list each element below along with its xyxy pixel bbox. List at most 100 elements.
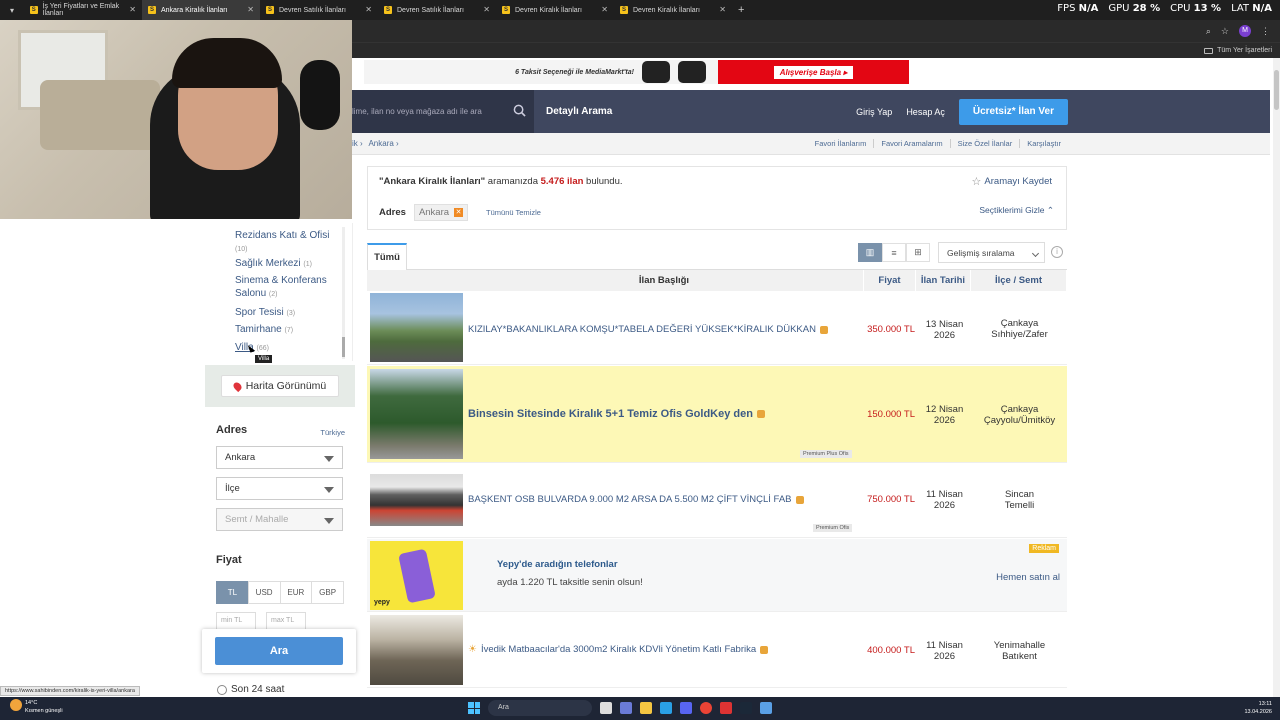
tab-all[interactable]: Tümü: [367, 243, 407, 271]
ad-cta-box[interactable]: Alışverişe Başla ▸: [718, 60, 909, 84]
currency-gbp[interactable]: GBP: [311, 581, 344, 604]
breadcrumb-item[interactable]: Ankara ›: [368, 139, 398, 148]
steam-icon[interactable]: [740, 702, 752, 714]
category-item[interactable]: Tamirhane (7): [235, 323, 335, 337]
info-icon[interactable]: i: [1051, 246, 1063, 258]
country-link[interactable]: Türkiye: [320, 428, 345, 437]
table-row[interactable]: Binsesin Sitesinde Kiralık 5+1 Temiz Ofi…: [367, 366, 1067, 463]
map-view-button[interactable]: Harita Görünümü: [220, 375, 340, 397]
category-item[interactable]: Spor Tesisi (3): [235, 306, 335, 320]
weather-widget[interactable]: 14°C Kısmen güneşli: [10, 699, 63, 715]
page-scrollbar[interactable]: [1273, 58, 1280, 697]
save-search-button[interactable]: ☆ Aramayı Kaydet: [972, 175, 1052, 188]
new-tab-icon[interactable]: +: [738, 4, 744, 16]
photos-icon[interactable]: [760, 702, 772, 714]
ad-banner[interactable]: 6 Taksit Seçeneği ile MediaMarkt'ta! Alı…: [352, 58, 1270, 90]
breadcrumb-item[interactable]: ik ›: [352, 139, 363, 148]
ad-cta-button[interactable]: Alışverişe Başla ▸: [773, 65, 854, 79]
discord-icon[interactable]: [680, 702, 692, 714]
browser-tab[interactable]: S Devren Kiralık İlanları ✕: [614, 0, 732, 20]
search-button[interactable]: Ara: [215, 637, 343, 665]
listing-title[interactable]: ☀ İvedik Matbaacılar'da 3000m2 Kiralık KD…: [468, 644, 769, 655]
browser-tab[interactable]: S İş Yeri Fiyatları ve Emlak İlanları ✕: [24, 0, 142, 20]
min-price-input[interactable]: min TL: [216, 612, 256, 630]
bookmark-star-icon[interactable]: ☆: [1221, 26, 1229, 37]
ad-title[interactable]: Yepy'de aradığın telefonlar: [497, 559, 618, 570]
sponsored-row[interactable]: yepy Yepy'de aradığın telefonlar ayda 1.…: [367, 539, 1067, 612]
detailed-search-link[interactable]: Detaylı Arama: [546, 106, 612, 117]
favorite-listings-link[interactable]: Favori İlanlarım: [808, 139, 874, 148]
listing-thumbnail[interactable]: [370, 293, 463, 362]
ad-thumbnail[interactable]: yepy: [370, 541, 463, 610]
profile-avatar[interactable]: M: [1239, 25, 1251, 37]
scrollbar-thumb[interactable]: [1274, 70, 1279, 110]
neighborhood-select[interactable]: Semt / Mahalle: [216, 508, 343, 531]
currency-tl[interactable]: TL: [216, 581, 249, 604]
ad-cta-link[interactable]: Hemen satın al: [996, 572, 1060, 583]
taskbar-search[interactable]: Ara: [488, 700, 592, 716]
currency-usd[interactable]: USD: [247, 581, 281, 604]
listing-title[interactable]: KIZILAY*BAKANLIKLARA KOMŞU*TABELA DEĞERİ…: [468, 324, 828, 335]
filter-chip[interactable]: Ankara ✕: [413, 204, 469, 221]
hide-selected-link[interactable]: Seçtiklerimi Gizle ⌃: [979, 205, 1054, 216]
grid-view-icon[interactable]: ⊞: [906, 243, 930, 262]
header-location[interactable]: İlçe / Semt: [971, 270, 1067, 291]
list-view-icon[interactable]: ≡: [882, 243, 906, 262]
search-icon[interactable]: [513, 104, 526, 117]
radio-icon[interactable]: [217, 684, 227, 695]
copilot-icon[interactable]: [620, 702, 632, 714]
file-explorer-icon[interactable]: [640, 702, 652, 714]
browser-tab[interactable]: S Devren Satılık İlanları ✕: [260, 0, 378, 20]
mediamarkt-ad[interactable]: 6 Taksit Seçeneği ile MediaMarkt'ta!: [364, 60, 718, 84]
table-row[interactable]: ☀ İvedik Matbaacılar'da 3000m2 Kiralık KD…: [367, 613, 1067, 688]
close-icon[interactable]: ✕: [483, 5, 490, 14]
login-link[interactable]: Giriş Yap: [856, 107, 892, 117]
max-price-input[interactable]: max TL: [266, 612, 306, 630]
close-icon[interactable]: ✕: [365, 5, 372, 14]
windows-start-icon[interactable]: [468, 702, 480, 714]
browser-tab-active[interactable]: S Ankara Kiralık İlanları ✕: [142, 0, 260, 20]
close-icon[interactable]: ✕: [247, 5, 254, 14]
sort-select[interactable]: Gelişmiş sıralama: [938, 242, 1045, 263]
register-link[interactable]: Hesap Aç: [906, 107, 945, 117]
category-item[interactable]: Rezidans Katı & Ofisi (10): [235, 229, 335, 256]
table-view-icon[interactable]: ▥: [858, 243, 882, 262]
tab-search-icon[interactable]: ▾: [0, 0, 24, 20]
listing-thumbnail[interactable]: [370, 474, 463, 526]
table-row[interactable]: KIZILAY*BAKANLIKLARA KOMŞU*TABELA DEĞERİ…: [367, 291, 1067, 365]
compare-link[interactable]: Karşılaştır: [1019, 139, 1068, 148]
clear-all-link[interactable]: Tümünü Temizle: [486, 208, 541, 217]
listing-thumbnail[interactable]: [370, 615, 463, 685]
search-input[interactable]: lime, ilan no veya mağaza adı ile ara: [352, 90, 534, 133]
header-price[interactable]: Fiyat: [864, 270, 916, 291]
scrollbar-thumb[interactable]: [342, 337, 345, 357]
system-tray-clock[interactable]: 13:11 13.04.2026: [1244, 700, 1272, 716]
address-bar[interactable]: ⌕ ☆ M ⋮: [352, 20, 1280, 42]
close-icon[interactable]: ✕: [454, 208, 464, 217]
close-icon[interactable]: ✕: [719, 5, 726, 14]
bookmarks-folder[interactable]: Tüm Yer İşaretleri: [1217, 47, 1272, 54]
close-icon[interactable]: ✕: [129, 5, 136, 14]
category-scrollbar[interactable]: [342, 227, 345, 359]
category-item[interactable]: Sağlık Merkezi (1): [235, 257, 335, 271]
district-select[interactable]: İlçe: [216, 477, 343, 500]
browser-tab[interactable]: S Devren Kiralık İlanları ✕: [496, 0, 614, 20]
menu-kebab-icon[interactable]: ⋮: [1261, 26, 1270, 37]
category-item[interactable]: Sinema & Konferans Salonu (2): [235, 274, 335, 301]
favorite-searches-link[interactable]: Favori Aramalarım: [873, 139, 949, 148]
listing-title[interactable]: BAŞKENT OSB BULVARDA 9.000 M2 ARSA DA 5.…: [468, 494, 804, 505]
city-select[interactable]: Ankara: [216, 446, 343, 469]
listing-thumbnail[interactable]: [370, 369, 463, 459]
special-listings-link[interactable]: Size Özel İlanlar: [949, 139, 1020, 148]
last-24h-option[interactable]: Son 24 saat: [217, 684, 284, 695]
close-icon[interactable]: ✕: [601, 5, 608, 14]
task-view-icon[interactable]: [600, 702, 612, 714]
listing-title[interactable]: Binsesin Sitesinde Kiralık 5+1 Temiz Ofi…: [468, 408, 765, 420]
chrome-icon[interactable]: [700, 702, 712, 714]
table-row[interactable]: BAŞKENT OSB BULVARDA 9.000 M2 ARSA DA 5.…: [367, 464, 1067, 538]
edge-icon[interactable]: [660, 702, 672, 714]
zoom-icon[interactable]: ⌕: [1206, 26, 1211, 37]
app-icon[interactable]: [720, 702, 732, 714]
currency-eur[interactable]: EUR: [279, 581, 313, 604]
browser-tab[interactable]: S Devren Satılık İlanları ✕: [378, 0, 496, 20]
